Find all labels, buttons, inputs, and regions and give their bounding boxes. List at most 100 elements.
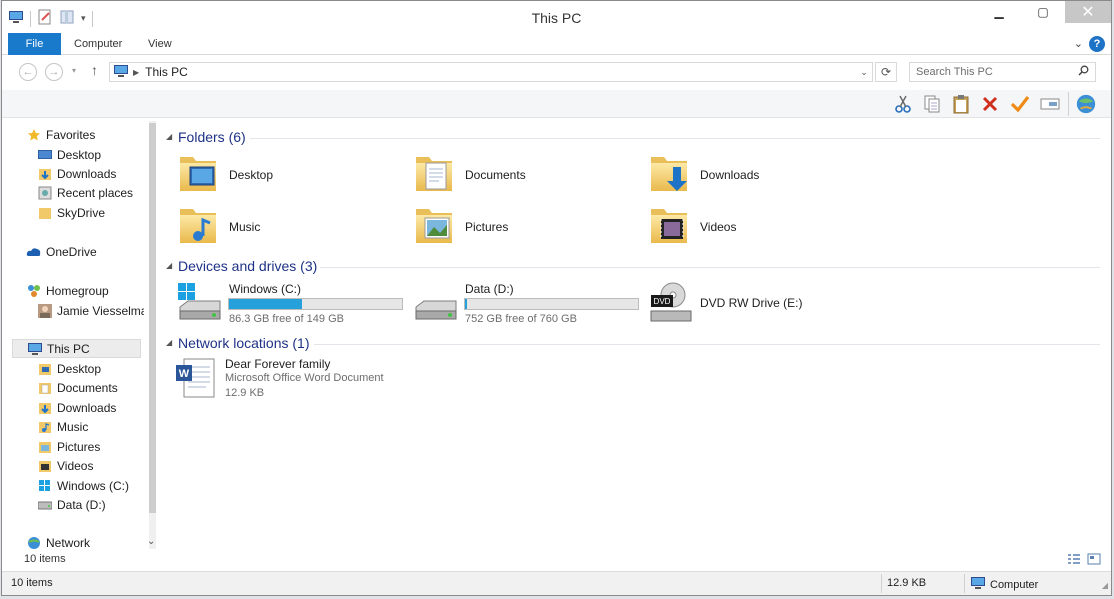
cut-icon[interactable] — [892, 93, 914, 115]
title-bar: ▾ This PC ▁ ▢ ✕ — [2, 1, 1111, 33]
expand-ribbon-icon[interactable]: ⌄ — [1074, 37, 1083, 50]
status-size: 12.9 KB — [887, 577, 927, 589]
music-folder-icon — [176, 203, 222, 249]
tab-computer[interactable]: Computer — [62, 33, 134, 55]
scroll-down-icon[interactable]: ⌄ — [147, 536, 155, 547]
music-folder-icon — [37, 419, 53, 435]
drive-usage-fill — [229, 299, 302, 309]
devices-group-header[interactable]: ◢ Devices and drives (3) — [162, 254, 1100, 276]
windows-drive-icon — [37, 478, 53, 494]
homegroup-icon — [26, 283, 42, 299]
view-buttons — [1067, 553, 1101, 568]
nav-this-pc[interactable]: This PC — [12, 339, 141, 358]
drive-tile-windows[interactable]: Windows (C:) 86.3 GB free of 149 GB — [166, 281, 403, 327]
drive-tile-data[interactable]: Data (D:) 752 GB free of 760 GB — [402, 281, 639, 327]
forward-button[interactable]: → — [45, 63, 63, 81]
drive-usage-bar — [464, 298, 639, 310]
hard-drive-icon — [412, 281, 458, 327]
desktop-icon — [37, 147, 53, 163]
explorer-window: ▾ This PC ▁ ▢ ✕ File Computer View ⌄ ? ←… — [1, 0, 1112, 596]
windows-drive-icon — [176, 281, 222, 327]
separator — [1068, 92, 1069, 116]
network-item-document[interactable]: W Dear Forever family Microsoft Office W… — [174, 357, 474, 405]
checkmark-icon[interactable] — [1009, 93, 1031, 115]
search-icon[interactable] — [1078, 65, 1089, 79]
paste-icon[interactable] — [950, 93, 972, 115]
rename-icon[interactable] — [1039, 93, 1061, 115]
folder-tile-pictures[interactable]: Pictures — [402, 203, 632, 251]
pictures-folder-icon — [37, 439, 53, 455]
search-box[interactable] — [909, 62, 1096, 82]
nav-scrollbar[interactable]: ⌄ — [147, 121, 156, 549]
command-toolbar — [2, 90, 1111, 118]
navigation-bar: ← → ▾ ↑ ▶ This PC ⌄ ⟳ — [2, 56, 1111, 88]
folder-tile-downloads[interactable]: Downloads — [637, 151, 867, 199]
divider — [314, 344, 1100, 345]
copy-icon[interactable] — [921, 93, 943, 115]
nav-homegroup[interactable]: Homegroup — [26, 281, 160, 300]
nav-network[interactable]: Network — [26, 533, 160, 552]
refresh-button[interactable]: ⟳ — [875, 62, 897, 82]
large-icons-view-icon[interactable] — [1087, 553, 1101, 568]
status-item-count: 10 items — [11, 577, 53, 589]
drive-tile-dvd[interactable]: DVD DVD RW Drive (E:) — [637, 281, 867, 327]
folder-tile-music[interactable]: Music — [166, 203, 396, 251]
network-icon — [26, 535, 42, 551]
tab-view[interactable]: View — [136, 33, 184, 55]
collapse-icon[interactable]: ◢ — [166, 338, 172, 347]
navigation-pane: Favorites Desktop Downloads Recent place… — [10, 121, 156, 569]
nav-onedrive[interactable]: OneDrive — [26, 242, 160, 261]
close-button[interactable]: ✕ — [1065, 1, 1111, 23]
folder-icon — [37, 361, 53, 377]
computer-icon — [113, 64, 129, 81]
recent-places-icon — [37, 185, 53, 201]
word-document-icon: W — [174, 357, 220, 403]
status-location: Computer — [970, 576, 1038, 593]
window-controls: ▁ ▢ ✕ — [977, 1, 1111, 23]
cloud-icon — [26, 244, 42, 260]
details-view-icon[interactable] — [1067, 553, 1081, 568]
ribbon-tabs: File Computer View ⌄ ? — [2, 33, 1111, 55]
content-pane: ◢ Folders (6) Desktop Documents Download… — [162, 121, 1108, 569]
up-button[interactable]: ↑ — [91, 62, 98, 78]
scrollbar-thumb[interactable] — [149, 123, 156, 513]
folder-tile-desktop[interactable]: Desktop — [166, 151, 396, 199]
computer-icon — [27, 341, 43, 357]
divider — [320, 267, 1100, 268]
tab-file[interactable]: File — [8, 33, 61, 55]
folder-tile-documents[interactable]: Documents — [402, 151, 632, 199]
folders-group-header[interactable]: ◢ Folders (6) — [162, 125, 1100, 147]
recent-locations-icon[interactable]: ▾ — [72, 66, 76, 75]
folder-tile-videos[interactable]: Videos — [637, 203, 867, 251]
divider — [881, 574, 882, 593]
help-icon[interactable]: ? — [1089, 36, 1105, 52]
nav-favorites[interactable]: Favorites — [26, 125, 160, 144]
divider — [964, 574, 965, 593]
collapse-icon[interactable]: ◢ — [166, 261, 172, 270]
breadcrumb-this-pc[interactable]: This PC — [145, 65, 188, 79]
search-input[interactable] — [910, 63, 1070, 81]
address-dropdown-icon[interactable]: ⌄ — [856, 63, 872, 81]
status-bar: 10 items 12.9 KB Computer ◢ — [2, 571, 1111, 595]
back-button[interactable]: ← — [19, 63, 37, 81]
window-title: This PC — [531, 10, 582, 26]
delete-icon[interactable] — [979, 93, 1001, 115]
divider — [250, 138, 1100, 139]
resize-grip-icon[interactable]: ◢ — [1102, 581, 1108, 590]
computer-icon — [970, 576, 986, 593]
drive-usage-bar — [228, 298, 403, 310]
nav-homegroup-user[interactable]: Jamie Viesselman — [37, 301, 144, 320]
videos-folder-icon — [37, 458, 53, 474]
maximize-button[interactable]: ▢ — [1021, 1, 1065, 23]
nav-item-count: 10 items — [24, 553, 66, 565]
globe-icon[interactable] — [1075, 93, 1097, 115]
minimize-button[interactable]: ▁ — [977, 1, 1021, 23]
videos-folder-icon — [647, 203, 693, 249]
downloads-folder-icon — [37, 166, 53, 182]
collapse-icon[interactable]: ◢ — [166, 132, 172, 141]
breadcrumb-arrow-icon[interactable]: ▶ — [133, 68, 139, 77]
address-bar[interactable]: ▶ This PC ⌄ — [109, 62, 873, 82]
downloads-folder-icon — [647, 151, 693, 197]
drive-usage-fill — [465, 299, 467, 309]
network-group-header[interactable]: ◢ Network locations (1) — [162, 331, 1100, 353]
